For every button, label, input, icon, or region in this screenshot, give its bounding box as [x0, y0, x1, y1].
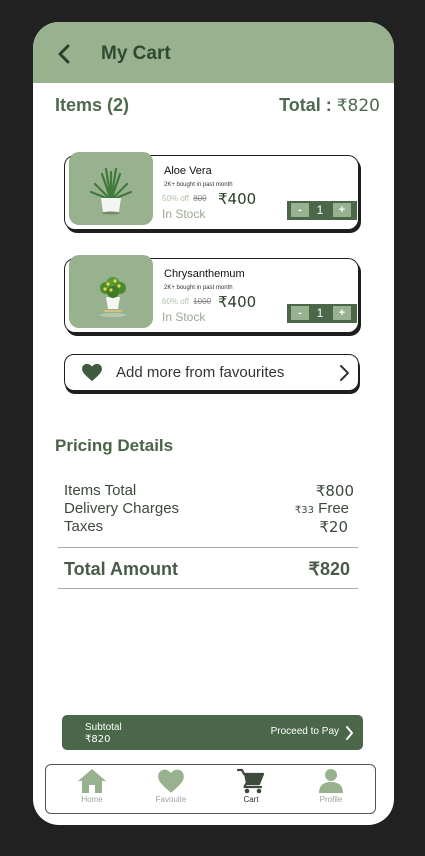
items-total-row: Items Total ₹800	[64, 482, 354, 500]
phone-screen: My Cart Items (2) Total : ₹820 Aloe Vera…	[33, 22, 394, 825]
discount-info: 60% off 1000	[162, 297, 211, 306]
heart-icon	[158, 769, 184, 793]
cart-total: Total : ₹820	[279, 95, 380, 116]
increase-quantity-button[interactable]: +	[333, 203, 351, 217]
total-value: ₹820	[336, 96, 380, 116]
discount-percent: 60% off	[162, 297, 189, 306]
bottom-navigation: Home Favouite Cart Profile	[45, 764, 376, 814]
home-icon	[78, 769, 106, 793]
delivery-charge-strike: ₹33	[294, 505, 314, 516]
product-name: Chrysanthemum	[164, 268, 245, 280]
stock-status: In Stock	[162, 207, 206, 221]
chevron-right-icon	[340, 365, 349, 381]
subtotal-value: ₹820	[85, 734, 111, 745]
pricing-details-heading: Pricing Details	[55, 436, 174, 455]
nav-home-label: Home	[81, 795, 103, 804]
items-total-label: Items Total	[64, 482, 137, 499]
bought-count: 2K+ bought in past month	[164, 182, 233, 188]
user-icon	[319, 769, 343, 793]
favourites-label: Add more from favourites	[116, 364, 285, 381]
back-chevron-icon[interactable]	[53, 40, 77, 68]
items-total-value: ₹800	[315, 482, 354, 500]
page-title: My Cart	[101, 43, 171, 64]
add-from-favourites-button[interactable]: Add more from favourites	[64, 354, 359, 391]
product-price: ₹400	[218, 293, 257, 311]
heart-icon	[82, 363, 102, 382]
delivery-charges-row: Delivery Charges ₹33 Free	[64, 500, 354, 517]
total-amount-row: Total Amount ₹820	[64, 559, 350, 580]
total-label: Total :	[279, 95, 332, 115]
nav-cart-label: Cart	[243, 795, 259, 804]
quantity-value: 1	[316, 203, 324, 217]
product-image-aloe-vera[interactable]	[69, 152, 153, 225]
nav-profile-label: Profile	[319, 795, 343, 804]
product-name: Aloe Vera	[164, 165, 212, 177]
product-image-chrysanthemum[interactable]	[69, 255, 153, 328]
total-amount-label: Total Amount	[64, 559, 178, 579]
proceed-to-pay-bar[interactable]: Subtotal ₹820 Proceed to Pay	[62, 715, 363, 750]
subtotal-block: Subtotal ₹820	[85, 722, 122, 746]
original-price: 1000	[193, 297, 212, 306]
taxes-value: ₹20	[319, 518, 348, 536]
cart-icon	[237, 768, 265, 794]
bought-count: 2K+ bought in past month	[164, 285, 233, 291]
total-amount-value: ₹820	[308, 559, 350, 579]
discount-percent: 50% off	[162, 194, 189, 203]
chevron-right-icon	[346, 726, 353, 740]
taxes-row: Taxes ₹20	[64, 518, 354, 536]
nav-profile[interactable]: Profile	[301, 768, 361, 812]
nav-home[interactable]: Home	[62, 768, 122, 812]
subtotal-label: Subtotal	[85, 722, 122, 733]
quantity-stepper: - 1 +	[287, 304, 357, 323]
increase-quantity-button[interactable]: +	[333, 306, 351, 320]
quantity-value: 1	[316, 306, 324, 320]
original-price: 800	[193, 194, 207, 203]
cart-item-card[interactable]: Aloe Vera 2K+ bought in past month 50% o…	[64, 152, 359, 230]
divider	[58, 547, 358, 548]
delivery-charges-label: Delivery Charges	[64, 500, 180, 517]
proceed-to-pay-label: Proceed to Pay	[270, 726, 339, 737]
stock-status: In Stock	[162, 310, 206, 324]
items-count: Items (2)	[55, 95, 130, 115]
cart-item-card[interactable]: Chrysanthemum 2K+ bought in past month 6…	[64, 255, 359, 333]
delivery-charges-value: ₹33 Free	[295, 500, 349, 517]
product-price: ₹400	[218, 190, 257, 208]
taxes-label: Taxes	[64, 518, 104, 535]
nav-favourite[interactable]: Favouite	[141, 768, 201, 812]
nav-cart[interactable]: Cart	[221, 768, 281, 812]
top-app-bar: My Cart	[33, 22, 394, 83]
nav-favourite-label: Favouite	[155, 795, 187, 804]
divider	[58, 588, 358, 589]
delivery-free: Free	[318, 500, 349, 517]
quantity-stepper: - 1 +	[287, 201, 357, 220]
decrease-quantity-button[interactable]: -	[291, 203, 309, 217]
discount-info: 50% off 800	[162, 194, 207, 203]
decrease-quantity-button[interactable]: -	[291, 306, 309, 320]
